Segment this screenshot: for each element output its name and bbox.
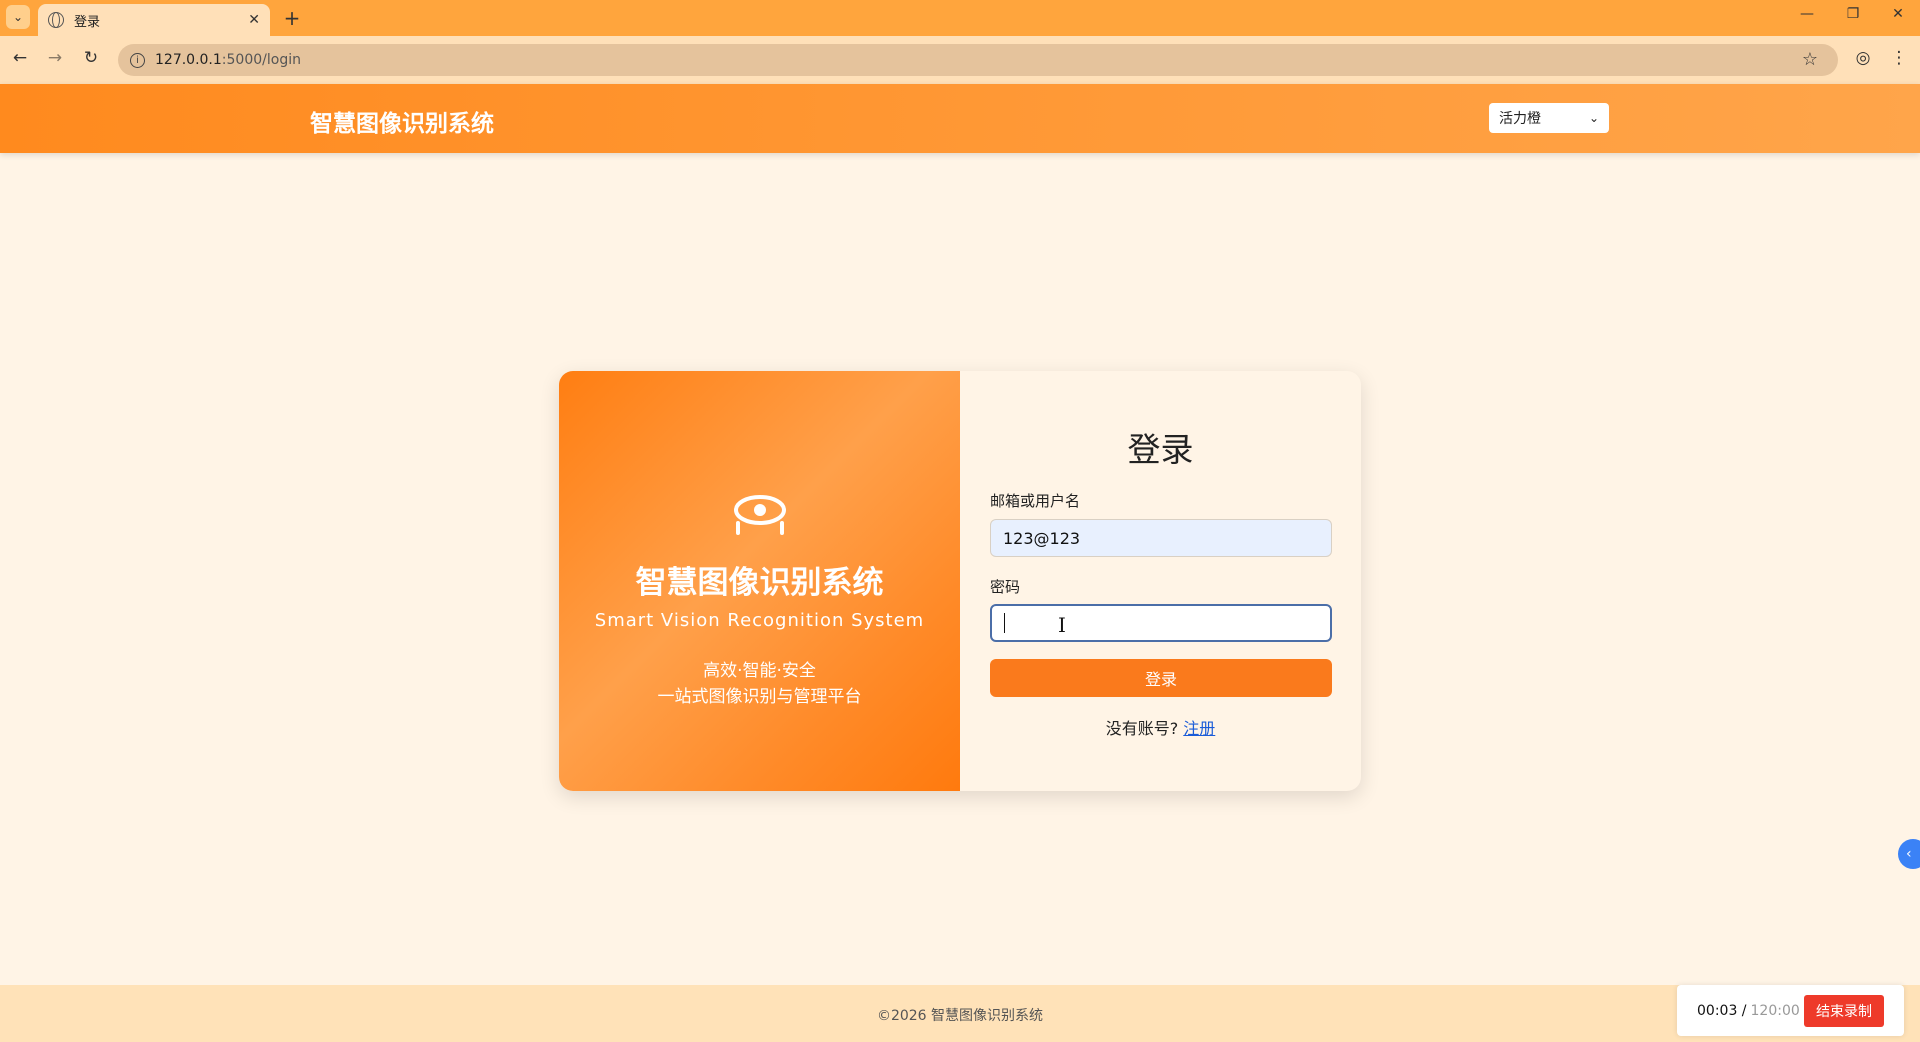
browser-tab-login[interactable]: 登录 ✕ <box>38 4 270 36</box>
minimize-button[interactable]: — <box>1792 6 1822 22</box>
url-field[interactable]: i 127.0.0.1:5000/login ☆ <box>118 44 1838 76</box>
window-close-button[interactable]: ✕ <box>1883 6 1913 22</box>
chevron-down-icon: ⌄ <box>1588 111 1599 125</box>
recording-widget: 00:03 / 120:00 结束录制 <box>1677 985 1904 1036</box>
recording-elapsed: 00:03 / <box>1697 1002 1747 1019</box>
brand-subtitle: Smart Vision Recognition System <box>594 610 925 631</box>
register-link[interactable]: 注册 <box>1183 719 1215 738</box>
tab-close-icon[interactable]: ✕ <box>248 12 260 28</box>
back-icon[interactable]: ← <box>8 48 32 68</box>
copyright-text: ©2026 智慧图像识别系统 <box>876 1008 1044 1024</box>
browser-menu-icon[interactable]: ⋮ <box>1887 48 1911 68</box>
brand-tagline: 高效·智能·安全 <box>703 661 816 681</box>
brand-panel: 智慧图像识别系统 Smart Vision Recognition System… <box>559 371 960 791</box>
login-button[interactable]: 登录 <box>990 659 1332 697</box>
password-input[interactable]: I <box>990 604 1332 642</box>
text-caret <box>1004 613 1005 633</box>
form-title: 登录 <box>1127 430 1194 469</box>
register-row: 没有账号? 注册 <box>960 715 1361 739</box>
profile-icon[interactable]: ◎ <box>1851 48 1875 68</box>
globe-icon <box>48 12 64 28</box>
theme-select-value: 活力橙 <box>1499 111 1541 127</box>
new-tab-button[interactable]: + <box>280 6 304 30</box>
browser-address-bar: ← → ↻ i 127.0.0.1:5000/login ☆ ◎ ⋮ <box>0 36 1920 84</box>
site-title: 智慧图像识别系统 <box>310 111 494 137</box>
bookmark-star-icon[interactable]: ☆ <box>1802 49 1818 70</box>
theme-select[interactable]: 活力橙 ⌄ <box>1489 103 1609 133</box>
reload-icon[interactable]: ↻ <box>79 48 103 68</box>
register-prompt: 没有账号? <box>1105 719 1179 738</box>
site-footer: ©2026 智慧图像识别系统 <box>0 985 1920 1042</box>
brand-description: 一站式图像识别与管理平台 <box>657 687 862 707</box>
eye-icon <box>734 495 786 535</box>
side-panel-toggle[interactable]: ‹ <box>1898 839 1920 869</box>
username-label: 邮箱或用户名 <box>990 492 1081 510</box>
login-form: 登录 邮箱或用户名 123@123 密码 I 登录 没有账号? 注册 <box>960 371 1361 791</box>
site-header: 智慧图像识别系统 活力橙 ⌄ <box>0 84 1920 153</box>
recording-limit: 120:00 <box>1750 1002 1800 1019</box>
url-path: :5000/login <box>221 52 301 68</box>
tab-list-button[interactable]: ⌄ <box>6 5 30 29</box>
forward-icon[interactable]: → <box>43 48 67 68</box>
url-host: 127.0.0.1 <box>155 52 222 68</box>
site-info-icon[interactable]: i <box>130 52 145 68</box>
password-label: 密码 <box>990 578 1021 596</box>
tab-title: 登录 <box>74 14 101 30</box>
username-input[interactable]: 123@123 <box>990 519 1332 557</box>
brand-title: 智慧图像识别系统 <box>635 565 884 601</box>
restore-button[interactable]: ❐ <box>1838 6 1868 22</box>
browser-tab-bar: ⌄ 登录 ✕ + — ❐ ✕ <box>0 0 1920 36</box>
login-card: 智慧图像识别系统 Smart Vision Recognition System… <box>559 371 1361 791</box>
stop-recording-button[interactable]: 结束录制 <box>1804 994 1884 1027</box>
ibeam-cursor-icon: I <box>1058 613 1066 637</box>
